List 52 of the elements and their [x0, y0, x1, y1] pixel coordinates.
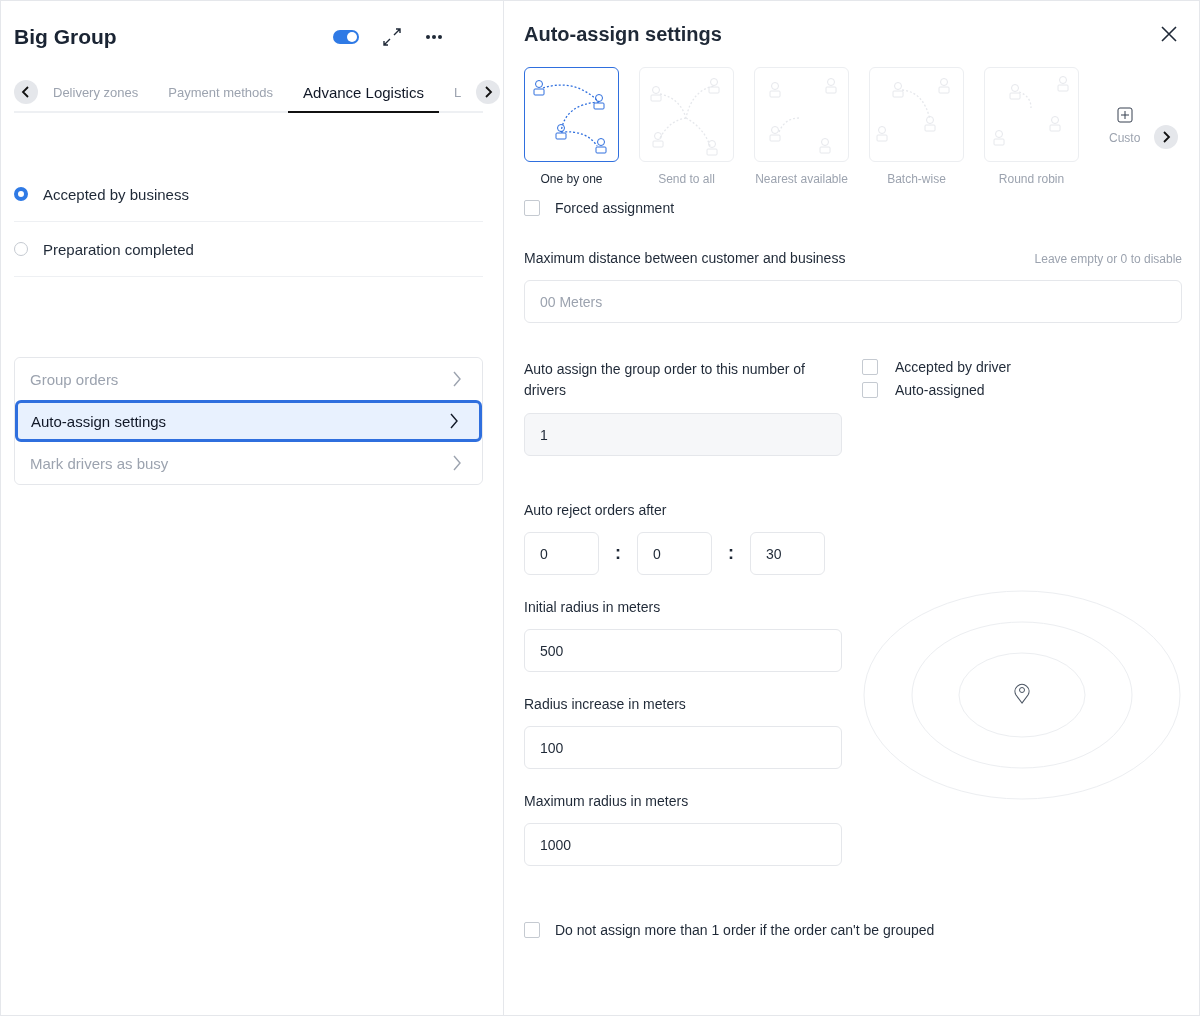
- time-field[interactable]: 0: [637, 532, 712, 575]
- time-separator: :: [615, 543, 621, 564]
- field-hint: Leave empty or 0 to disable: [1034, 252, 1182, 266]
- time-field[interactable]: 0: [524, 532, 599, 575]
- strategy-label: Nearest available: [755, 172, 848, 186]
- strategy-label: Batch-wise: [887, 172, 946, 186]
- chevron-right-icon: [452, 455, 462, 471]
- add-icon[interactable]: [1116, 107, 1133, 123]
- strategy-label: Send to all: [658, 172, 715, 186]
- field-label: Radius increase in meters: [524, 696, 687, 712]
- strategy-label: One by one: [540, 172, 603, 186]
- field-label: Maximum radius in meters: [524, 793, 690, 809]
- strategy-label: Round robin: [998, 172, 1065, 186]
- driver-count-field[interactable]: 1: [524, 413, 842, 456]
- chevron-right-icon: [452, 371, 462, 387]
- distance-field[interactable]: 00 Meters: [524, 280, 1182, 323]
- settings-title: Auto-assign settings: [524, 22, 722, 46]
- radio-label: Accepted by business: [43, 185, 189, 203]
- field-label: Auto assign the group order to this number of drivers: [524, 360, 806, 400]
- checkbox[interactable]: [862, 382, 878, 398]
- chevron-right-icon: [449, 413, 459, 429]
- time-field[interactable]: 30: [750, 532, 825, 575]
- radius-field[interactable]: 1000: [524, 823, 842, 866]
- radius-field[interactable]: 100: [524, 726, 842, 769]
- checkbox-label: Do not assign more than 1 order if the order can't be grouped: [555, 922, 935, 938]
- field-label: Auto reject orders after: [524, 502, 668, 518]
- expand-icon[interactable]: [381, 26, 403, 48]
- chevron-right-icon: [483, 86, 494, 98]
- close-icon[interactable]: [1160, 25, 1178, 43]
- scroll-right-button[interactable]: [476, 80, 501, 104]
- chevron-left-icon: [21, 86, 31, 98]
- tab[interactable]: Advance Logistics: [288, 73, 439, 113]
- more-icon[interactable]: [425, 34, 443, 40]
- field-label: Maximum distance between customer and business: [524, 250, 846, 266]
- scroll-left-button[interactable]: [14, 80, 38, 104]
- scroll-right-button[interactable]: [1154, 125, 1179, 149]
- radius-field[interactable]: 500: [524, 629, 842, 672]
- menu-item[interactable]: Auto-assign settings: [15, 400, 482, 442]
- checkbox-label: Auto-assigned: [895, 382, 985, 398]
- time-separator: :: [728, 543, 734, 564]
- field-label: Initial radius in meters: [524, 599, 662, 615]
- radio-button[interactable]: [14, 187, 28, 201]
- panel-title: Big Group: [14, 25, 117, 49]
- checkbox[interactable]: [862, 359, 878, 375]
- checkbox-label: Forced assignment: [555, 200, 675, 216]
- chevron-right-icon: [1161, 131, 1172, 143]
- strategy-card[interactable]: [524, 67, 619, 162]
- checkbox[interactable]: [524, 200, 540, 216]
- radio-label: Preparation completed: [43, 240, 194, 258]
- checkbox[interactable]: [524, 922, 540, 938]
- toggle-switch[interactable]: [333, 30, 359, 44]
- checkbox-label: Accepted by driver: [895, 359, 1011, 375]
